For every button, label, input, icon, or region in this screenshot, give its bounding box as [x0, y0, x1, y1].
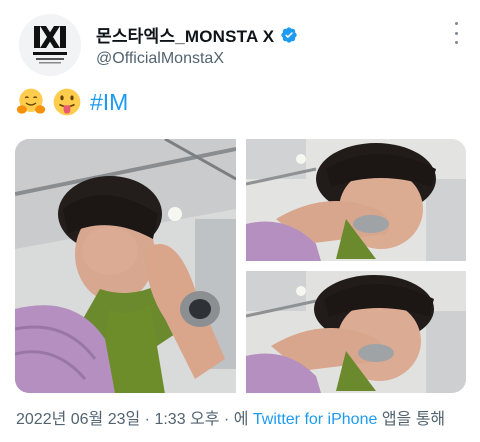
selfie-photo — [246, 271, 466, 393]
tweet-header: 몬스타엑스_MONSTA X @OfficialMonstaX — [0, 0, 480, 78]
verified-badge-icon — [281, 26, 297, 43]
source-link[interactable]: Twitter for iPhone — [253, 411, 378, 428]
monsta-x-logo — [19, 14, 81, 76]
photo-2[interactable] — [246, 139, 466, 261]
hashtag-link[interactable]: #IM — [90, 89, 128, 116]
source-suffix: 앱을 통해 — [381, 411, 446, 428]
tweet-text: #IM — [16, 86, 128, 118]
user-handle[interactable]: @OfficialMonstaX — [96, 50, 224, 68]
timestamp[interactable]: 2022년 06월 23일 · 1:33 오후 · 에 — [16, 411, 248, 428]
selfie-photo — [15, 139, 236, 393]
tongue-out-emoji — [53, 88, 81, 116]
more-options-icon[interactable] — [448, 22, 464, 44]
display-name[interactable]: 몬스타엑스_MONSTA X — [96, 22, 274, 47]
media-grid — [15, 139, 466, 393]
name-row: 몬스타엑스_MONSTA X — [96, 22, 298, 47]
tweet-meta: 2022년 06월 23일 · 1:33 오후 · 에 Twitter for … — [16, 405, 445, 429]
photo-1[interactable] — [15, 139, 236, 393]
avatar[interactable] — [19, 14, 81, 76]
photo-3[interactable] — [246, 271, 466, 393]
hugging-face-emoji — [16, 88, 46, 114]
selfie-photo — [246, 139, 466, 261]
